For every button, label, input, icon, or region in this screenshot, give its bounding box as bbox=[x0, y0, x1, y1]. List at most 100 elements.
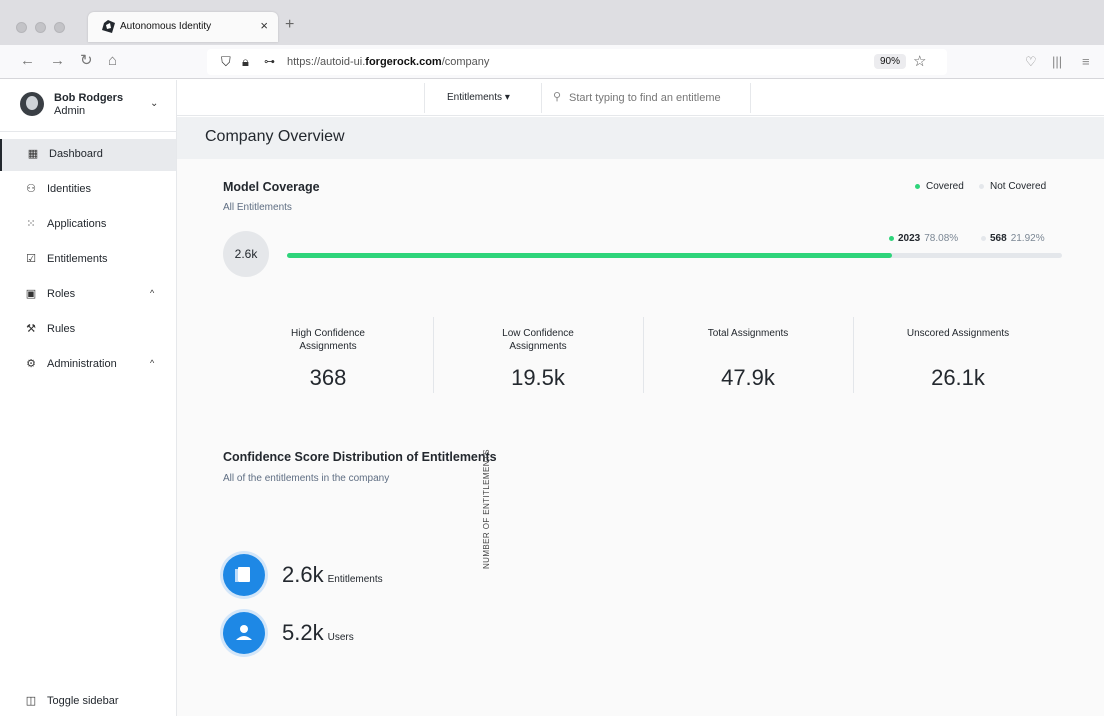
app-topbar: Entitlements ▾ ⚲ bbox=[177, 80, 1104, 116]
stat-value: 368 bbox=[309, 365, 347, 390]
avatar bbox=[20, 92, 44, 116]
sidebar-item-administration[interactable]: ⚙ Administration ^ bbox=[0, 349, 176, 381]
library-icon[interactable]: ||| bbox=[1052, 54, 1062, 69]
search-category-dropdown[interactable]: Entitlements ▾ bbox=[424, 83, 542, 113]
sidebar-item-label: Administration bbox=[47, 358, 117, 370]
entitlements-count-unit: Entitlements bbox=[327, 574, 383, 585]
chevron-down-icon[interactable]: ⌄ bbox=[150, 98, 158, 109]
lock-icon[interactable]: 🔒︎ bbox=[242, 54, 249, 70]
bookmark-star-icon[interactable]: ☆ bbox=[913, 52, 926, 70]
tab-title: Autonomous Identity bbox=[120, 21, 212, 32]
sidebar-item-label: Applications bbox=[47, 218, 107, 230]
sidebar-item-label: Entitlements bbox=[47, 253, 108, 265]
toggle-sidebar-button[interactable]: ◫ Toggle sidebar bbox=[0, 690, 176, 716]
window-zoom-button[interactable] bbox=[54, 22, 65, 33]
coverage-bar-fill bbox=[287, 253, 893, 258]
model-coverage-subtitle: All Entitlements bbox=[223, 202, 292, 213]
home-icon[interactable]: ⌂ bbox=[108, 53, 117, 69]
applications-icon: ⁙ bbox=[26, 218, 36, 230]
stat-total-assignments: Total Assignments 47.9k bbox=[643, 317, 853, 393]
user-menu[interactable]: Bob Rodgers Admin ⌄ bbox=[0, 80, 176, 132]
user-icon bbox=[223, 612, 265, 654]
not-covered-dot-icon bbox=[979, 183, 984, 189]
coverage-total: 2.6k bbox=[223, 231, 269, 277]
key-icon[interactable]: ⊶ bbox=[264, 55, 275, 68]
url-bar[interactable]: ⛉ 🔒︎ ⊶ https://autoid-ui.forgerock.com/c… bbox=[207, 49, 947, 75]
shield-icon[interactable]: ⛉ bbox=[221, 54, 231, 70]
divider bbox=[750, 83, 751, 113]
sidebar-item-roles[interactable]: ▣ Roles ^ bbox=[0, 279, 176, 311]
browser-tab[interactable]: Autonomous Identity × bbox=[88, 12, 278, 42]
coverage-bar bbox=[287, 253, 1062, 258]
chevron-up-icon[interactable]: ^ bbox=[150, 358, 154, 368]
not-covered-stat: 568 21.92% bbox=[981, 233, 1045, 244]
new-tab-button[interactable]: + bbox=[285, 16, 294, 34]
users-count-unit: Users bbox=[327, 632, 354, 643]
model-coverage-title: Model Coverage bbox=[223, 180, 320, 194]
page-title: Company Overview bbox=[205, 128, 345, 145]
forward-icon[interactable]: → bbox=[50, 53, 65, 69]
legend-not-covered: Not Covered bbox=[979, 181, 1046, 192]
reload-icon[interactable]: ↻ bbox=[80, 53, 93, 69]
stat-value: 47.9k bbox=[721, 365, 775, 390]
main-content: Company Overview Model Coverage All Enti… bbox=[177, 117, 1104, 716]
sidebar-item-dashboard[interactable]: ▦ Dashboard bbox=[0, 139, 176, 171]
distribution-subtitle: All of the entitlements in the company bbox=[223, 473, 390, 484]
window-minimize-button[interactable] bbox=[35, 22, 46, 33]
sidebar-item-label: Rules bbox=[47, 323, 76, 335]
stat-unscored-assignments: Unscored Assignments 26.1k bbox=[853, 317, 1063, 393]
entitlements-icon: ☑ bbox=[26, 253, 36, 265]
sidebar-item-label: Dashboard bbox=[49, 148, 103, 160]
browser-tab-bar: Autonomous Identity × + bbox=[0, 0, 1104, 45]
not-covered-dot-icon bbox=[981, 235, 986, 241]
legend-covered: Covered bbox=[915, 181, 964, 192]
search-icon: ⚲ bbox=[553, 91, 562, 103]
sidebar-item-label: Roles bbox=[47, 288, 76, 300]
stat-high-confidence: High Confidence Assignments 368 bbox=[223, 317, 433, 393]
stat-label: High Confidence Assignments bbox=[291, 328, 365, 352]
stat-label: Total Assignments bbox=[707, 328, 789, 339]
entitlements-icon bbox=[223, 554, 265, 596]
window-close-button[interactable] bbox=[16, 22, 27, 33]
overview-card: Model Coverage All Entitlements Covered … bbox=[177, 159, 1104, 716]
gear-icon: ⚙ bbox=[26, 358, 36, 370]
sidebar: Bob Rodgers Admin ⌄ ▦ Dashboard ⚇ Identi… bbox=[0, 80, 177, 716]
dashboard-icon: ▦ bbox=[27, 148, 39, 160]
rules-icon: ⚒ bbox=[26, 323, 36, 335]
identities-icon: ⚇ bbox=[26, 183, 36, 195]
tab-close-icon[interactable]: × bbox=[260, 18, 268, 33]
sidebar-item-applications[interactable]: ⁙ Applications bbox=[0, 209, 176, 241]
distribution-title: Confidence Score Distribution of Entitle… bbox=[223, 450, 497, 464]
user-role: Admin bbox=[54, 105, 86, 117]
roles-icon: ▣ bbox=[25, 288, 37, 300]
forgerock-logo-icon bbox=[102, 20, 115, 33]
browser-nav-bar: ← → ↻ ⌂ ⛉ 🔒︎ ⊶ https://autoid-ui.forgero… bbox=[0, 45, 1104, 79]
back-icon[interactable]: ← bbox=[20, 53, 35, 69]
sidebar-item-identities[interactable]: ⚇ Identities bbox=[0, 174, 176, 206]
stat-value: 26.1k bbox=[931, 365, 985, 390]
url-text[interactable]: https://autoid-ui.forgerock.com/company bbox=[287, 56, 489, 68]
stat-label: Unscored Assignments bbox=[906, 328, 1010, 339]
sidebar-toggle-icon: ◫ bbox=[25, 695, 37, 707]
page-header: Company Overview bbox=[177, 117, 1104, 159]
stat-low-confidence: Low Confidence Assignments 19.5k bbox=[433, 317, 643, 393]
toggle-sidebar-label: Toggle sidebar bbox=[47, 695, 119, 707]
entitlements-count-value: 2.6k bbox=[282, 562, 324, 587]
caret-down-icon: ▾ bbox=[504, 92, 510, 103]
pocket-icon[interactable]: ♡ bbox=[1025, 54, 1037, 70]
sidebar-item-label: Identities bbox=[47, 183, 92, 195]
sidebar-item-entitlements[interactable]: ☑ Entitlements bbox=[0, 244, 176, 276]
covered-dot-icon bbox=[915, 183, 920, 189]
y-axis-label: NUMBER OF ENTITLEMENTS bbox=[482, 449, 491, 569]
users-count-value: 5.2k bbox=[282, 620, 324, 645]
stat-label: Low Confidence Assignments bbox=[502, 328, 574, 352]
chevron-up-icon[interactable]: ^ bbox=[150, 288, 154, 298]
sidebar-item-rules[interactable]: ⚒ Rules bbox=[0, 314, 176, 346]
search-category-label: Entitlements ▾ bbox=[447, 92, 510, 103]
covered-stat: 2023 78.08% bbox=[889, 233, 958, 244]
user-name: Bob Rodgers bbox=[54, 92, 124, 104]
search-input[interactable] bbox=[569, 88, 749, 108]
zoom-level[interactable]: 90% bbox=[874, 54, 907, 69]
menu-icon[interactable]: ≡ bbox=[1082, 54, 1090, 69]
stat-value: 19.5k bbox=[511, 365, 565, 390]
